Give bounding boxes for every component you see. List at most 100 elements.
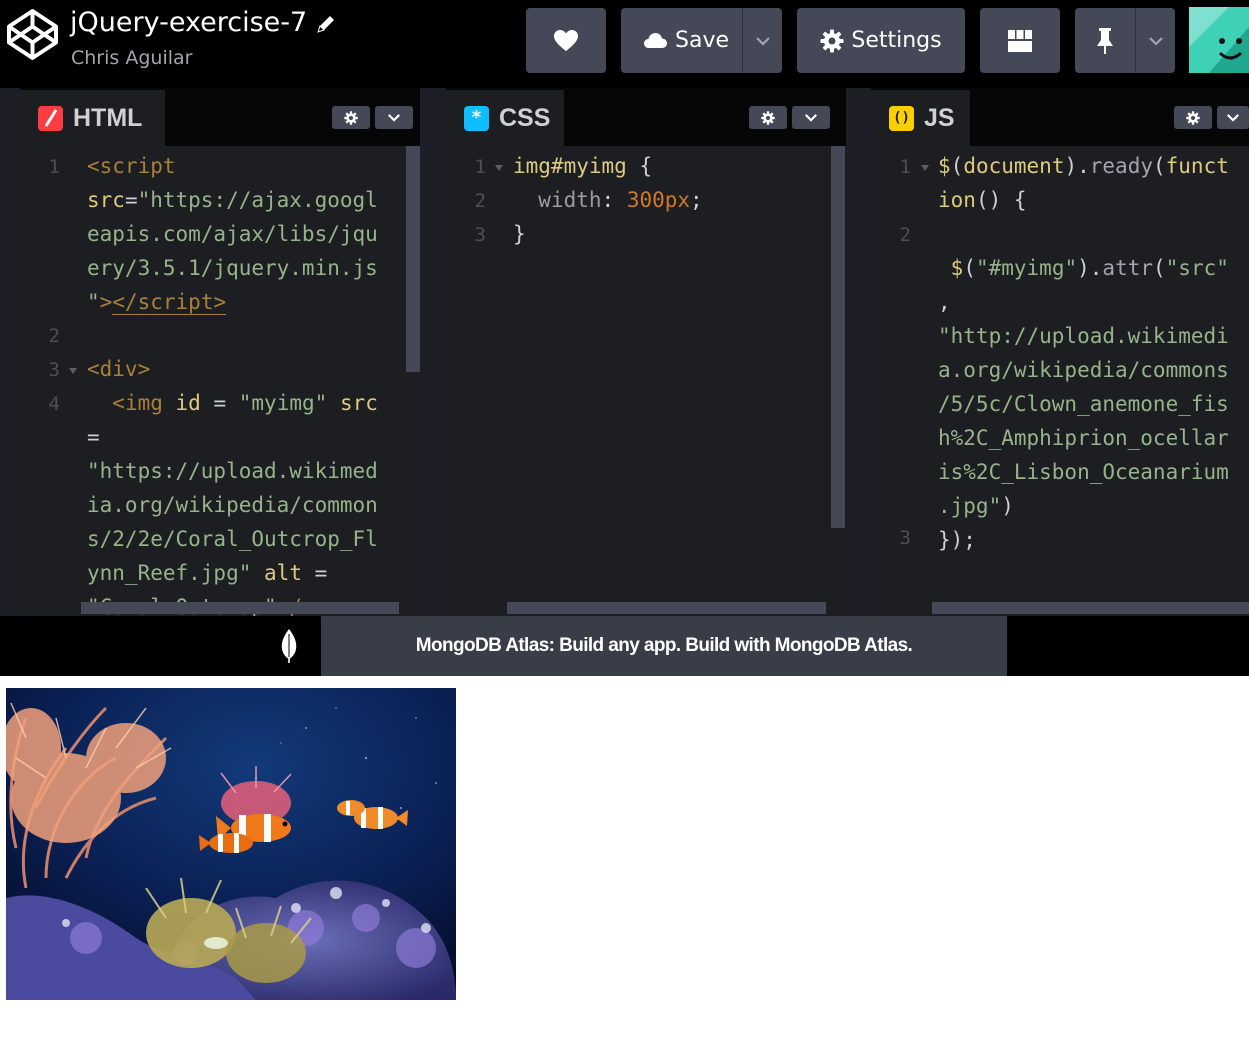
- codepen-logo-icon[interactable]: [5, 7, 60, 62]
- html-vertical-scrollbar[interactable]: [406, 146, 420, 372]
- tab-css[interactable]: * CSS: [446, 90, 564, 146]
- line-number: 3: [899, 527, 911, 549]
- code-line: $("#myimg").attr("src": [950, 256, 1229, 280]
- css-settings-button[interactable]: [749, 106, 787, 129]
- code-line: /5/5c/Clown_anemone_fis: [938, 392, 1229, 416]
- fold-arrow-icon[interactable]: [495, 165, 503, 171]
- ad-banner[interactable]: MongoDB Atlas: Build any app. Build with…: [321, 616, 1007, 676]
- tab-html[interactable]: HTML: [20, 90, 165, 146]
- code-line: ynn_Reef.jpg" alt =: [87, 561, 328, 585]
- gear-icon: [344, 110, 358, 125]
- preview-pane: [0, 676, 1249, 1060]
- tab-js[interactable]: () JS: [871, 90, 970, 146]
- css-vertical-scrollbar[interactable]: [831, 146, 845, 528]
- tab-css-label: CSS: [499, 103, 551, 132]
- edit-pencil-icon[interactable]: [315, 13, 337, 35]
- code-line: "></script>: [87, 290, 227, 315]
- html-code-area[interactable]: 1 2 3 4 <script src="https://ajax.googl …: [20, 146, 420, 616]
- clownfish-anemone-photo: [6, 688, 456, 1000]
- line-number: 2: [899, 224, 911, 246]
- save-button[interactable]: Save: [621, 8, 742, 73]
- css-icon: *: [464, 105, 489, 131]
- gear-icon: [820, 29, 844, 52]
- code-line: =: [87, 425, 100, 449]
- css-panel-header: * CSS: [446, 88, 846, 146]
- save-dropdown-button[interactable]: [743, 8, 782, 73]
- js-panel-header: () JS: [871, 88, 1249, 146]
- heart-icon: [554, 29, 578, 51]
- change-view-button[interactable]: [980, 8, 1060, 73]
- ad-logo-area[interactable]: [0, 616, 321, 676]
- layout-icon: [1008, 29, 1032, 52]
- pin-dropdown-button[interactable]: [1136, 8, 1175, 73]
- code-line: "https://upload.wikimed: [87, 459, 378, 483]
- js-code-area[interactable]: 1 2 3 $(document).ready(funct ion() { $(…: [871, 146, 1249, 616]
- pin-icon: [1097, 27, 1113, 54]
- fold-arrow-icon[interactable]: [921, 165, 929, 171]
- clownfish-anemone-image: [6, 688, 456, 1000]
- code-line: <img id = "myimg" src: [112, 391, 378, 415]
- css-code-area[interactable]: 1 2 3 img#myimg { width: 300px; }: [446, 146, 846, 616]
- chevron-down-icon: [755, 36, 770, 46]
- line-number: 1: [48, 156, 60, 178]
- pen-title[interactable]: jQuery-exercise-7: [70, 7, 307, 38]
- js-horizontal-scrollbar[interactable]: [932, 602, 1249, 614]
- js-settings-button[interactable]: [1174, 106, 1212, 129]
- code-line: src="https://ajax.googl: [87, 188, 378, 212]
- settings-button[interactable]: Settings: [797, 8, 965, 73]
- html-horizontal-scrollbar[interactable]: [81, 602, 399, 614]
- code-line: width: 300px;: [538, 188, 703, 212]
- tab-html-label: HTML: [73, 103, 143, 132]
- code-line: img#myimg {: [513, 154, 653, 178]
- header: jQuery-exercise-7 Chris Aguilar Save Set…: [0, 0, 1249, 88]
- tab-js-label: JS: [924, 103, 955, 132]
- code-line: h%2C_Amphiprion_ocellar: [938, 426, 1229, 450]
- line-number: 2: [474, 190, 486, 212]
- line-number: 3: [48, 359, 60, 381]
- settings-label: Settings: [851, 28, 942, 53]
- code-line: s/2/2e/Coral_Outcrop_Fl: [87, 527, 378, 551]
- cloud-icon: [644, 33, 667, 48]
- line-number: 4: [48, 393, 60, 415]
- html-icon: [38, 105, 63, 131]
- code-line: });: [938, 528, 976, 552]
- pin-button[interactable]: [1075, 8, 1135, 73]
- html-panel-header: HTML: [20, 88, 420, 146]
- js-icon: (): [889, 105, 914, 131]
- gear-icon: [1186, 110, 1200, 125]
- code-line: a.org/wikipedia/commons: [938, 358, 1229, 382]
- author-name[interactable]: Chris Aguilar: [71, 47, 192, 69]
- css-editor-panel: * CSS 1 2 3 img#myimg { width: 300px;}: [446, 88, 846, 616]
- ad-text[interactable]: MongoDB Atlas: Build any app. Build with…: [416, 635, 913, 657]
- editor-area: HTML 1 2 3 4 <script src="https://ajax.g…: [0, 88, 1249, 616]
- save-button-group: Save: [621, 8, 782, 73]
- smiley-avatar-icon: [1189, 7, 1249, 73]
- html-collapse-button[interactable]: [375, 106, 413, 129]
- code-line: $(document).ready(funct: [938, 154, 1229, 178]
- mongodb-leaf-icon: [281, 629, 297, 663]
- user-avatar[interactable]: [1189, 7, 1249, 73]
- gear-icon: [761, 110, 775, 125]
- love-button[interactable]: [526, 8, 606, 73]
- fold-arrow-icon[interactable]: [69, 368, 77, 374]
- code-line: ion() {: [938, 188, 1027, 212]
- css-collapse-button[interactable]: [792, 106, 830, 129]
- pin-button-group: [1075, 8, 1175, 73]
- css-horizontal-scrollbar[interactable]: [507, 602, 826, 614]
- line-number: 3: [474, 224, 486, 246]
- code-line: ia.org/wikipedia/common: [87, 493, 378, 517]
- code-line: is%2C_Lisbon_Oceanarium: [938, 460, 1229, 484]
- code-line: <div>: [87, 357, 151, 381]
- line-number: 2: [48, 325, 60, 347]
- html-settings-button[interactable]: [332, 106, 370, 129]
- code-line: ,: [938, 290, 951, 314]
- js-editor-panel: () JS 1 2 3 $(document).ready(funct ion(…: [871, 88, 1249, 616]
- code-line: "http://upload.wikimedi: [938, 324, 1229, 348]
- chevron-down-icon: [1227, 114, 1239, 122]
- code-line: eapis.com/ajax/libs/jqu: [87, 222, 378, 246]
- code-line: }: [513, 222, 526, 246]
- code-line: ery/3.5.1/jquery.min.js: [87, 256, 378, 280]
- chevron-down-icon: [805, 114, 817, 122]
- js-collapse-button[interactable]: [1217, 106, 1249, 129]
- code-line: <script: [87, 154, 176, 178]
